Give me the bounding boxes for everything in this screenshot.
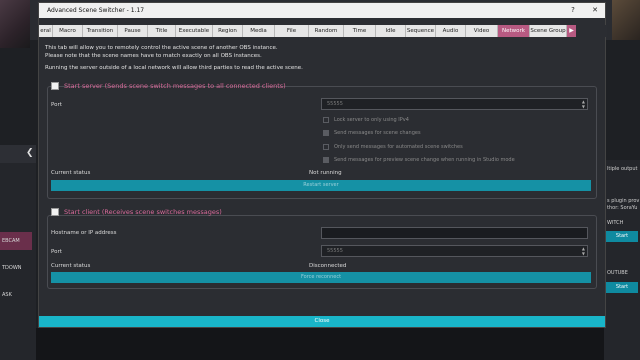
automated-only-checkbox[interactable]	[323, 144, 329, 150]
scene-item[interactable]: EBCAM	[0, 232, 32, 250]
scene-changes-checkbox[interactable]	[323, 130, 329, 136]
help-icon[interactable]: ?	[564, 3, 582, 18]
advanced-scene-switcher-dialog: Advanced Scene Switcher - 1.17 ? ✕ eral …	[38, 2, 607, 328]
preview-option[interactable]: Send messages for preview scene change w…	[323, 157, 515, 163]
scenes-panel	[0, 145, 36, 360]
client-port-input[interactable]: 55555 ▲ ▼	[321, 245, 588, 257]
ipv4-option[interactable]: Lock server to only using IPv4	[323, 117, 409, 123]
plugin-panel-text: WITCH	[607, 220, 624, 226]
tab-time[interactable]: Time	[344, 25, 376, 37]
server-status-label: Current status	[51, 170, 91, 176]
hostname-input[interactable]	[321, 227, 588, 239]
close-icon[interactable]: ✕	[586, 3, 604, 18]
preview-thumbnail	[612, 0, 640, 40]
start-button[interactable]: Start	[606, 282, 638, 293]
tab-executable[interactable]: Executable	[176, 25, 213, 37]
start-client-checkbox[interactable]	[51, 208, 59, 216]
start-button[interactable]: Start	[606, 231, 638, 242]
webcam-thumbnail	[0, 0, 30, 48]
ipv4-checkbox[interactable]	[323, 117, 329, 123]
spin-arrows-icon[interactable]: ▲ ▼	[582, 99, 585, 109]
restart-server-button[interactable]: Restart server	[51, 180, 591, 191]
tab-scene-group[interactable]: Scene Group	[530, 25, 567, 37]
server-port-input[interactable]: 55555 ▲ ▼	[321, 98, 588, 110]
automated-only-option[interactable]: Only send messages for automated scene s…	[323, 144, 463, 150]
tab-network[interactable]: Network	[498, 25, 530, 37]
scene-item[interactable]: ASK	[0, 286, 32, 304]
tab-media[interactable]: Media	[243, 25, 275, 37]
server-port-label: Port	[51, 102, 62, 108]
tab-random[interactable]: Random	[309, 25, 344, 37]
force-reconnect-button[interactable]: Force reconnect	[51, 272, 591, 283]
start-client-toggle[interactable]: Start client (Receives scene switches me…	[51, 208, 222, 216]
info-text: Running the server outside of a local ne…	[45, 65, 303, 71]
scene-item[interactable]: TDOWN	[0, 259, 32, 277]
hostname-label: Hostname or IP address	[51, 230, 117, 236]
server-status-value: Not running	[309, 170, 342, 176]
tab-general[interactable]: eral	[39, 25, 53, 37]
start-client-label: Start client (Receives scene switches me…	[64, 208, 222, 216]
tab-idle[interactable]: Idle	[376, 25, 406, 37]
plugin-panel-text: s plugin prov	[607, 198, 640, 204]
scene-changes-option[interactable]: Send messages for scene changes	[323, 130, 421, 136]
window-title: Advanced Scene Switcher - 1.17	[47, 7, 145, 14]
collapse-arrow-icon[interactable]: ❮	[26, 148, 34, 158]
tab-macro[interactable]: Macro	[53, 25, 83, 37]
title-bar: Advanced Scene Switcher - 1.17 ? ✕	[39, 3, 605, 18]
plugin-panel-text: OUTUBE	[607, 270, 628, 276]
start-server-label: Start server (Sends scene switch message…	[64, 82, 286, 90]
tab-audio[interactable]: Audio	[436, 25, 466, 37]
spin-arrows-icon[interactable]: ▲ ▼	[582, 246, 585, 256]
obs-background-bottom	[36, 328, 604, 360]
start-server-checkbox[interactable]	[51, 82, 59, 90]
tab-video[interactable]: Video	[466, 25, 498, 37]
close-button[interactable]: Close	[39, 316, 605, 327]
tab-title[interactable]: Title	[148, 25, 176, 37]
tab-transition[interactable]: Transition	[83, 25, 118, 37]
tab-file[interactable]: File	[275, 25, 309, 37]
client-status-value: Disconnected	[309, 263, 347, 269]
info-text: Please note that the scene names have to…	[45, 53, 262, 59]
tab-sequence[interactable]: Sequence	[406, 25, 436, 37]
preview-checkbox[interactable]	[323, 157, 329, 163]
tab-pause[interactable]: Pause	[118, 25, 148, 37]
tab-scroll-right-icon[interactable]: ▶	[567, 25, 576, 37]
start-server-toggle[interactable]: Start server (Sends scene switch message…	[51, 82, 286, 90]
plugin-panel-text: ltiple output	[607, 166, 638, 172]
plugin-panel-text: thor: SoraYu	[607, 205, 638, 211]
client-port-label: Port	[51, 249, 62, 255]
info-text: This tab will allow you to remotely cont…	[45, 45, 278, 51]
client-status-label: Current status	[51, 263, 91, 269]
tab-region[interactable]: Region	[213, 25, 243, 37]
plugin-panel	[604, 160, 640, 360]
tab-bar: eral Macro Transition Pause Title Execut…	[39, 25, 607, 37]
